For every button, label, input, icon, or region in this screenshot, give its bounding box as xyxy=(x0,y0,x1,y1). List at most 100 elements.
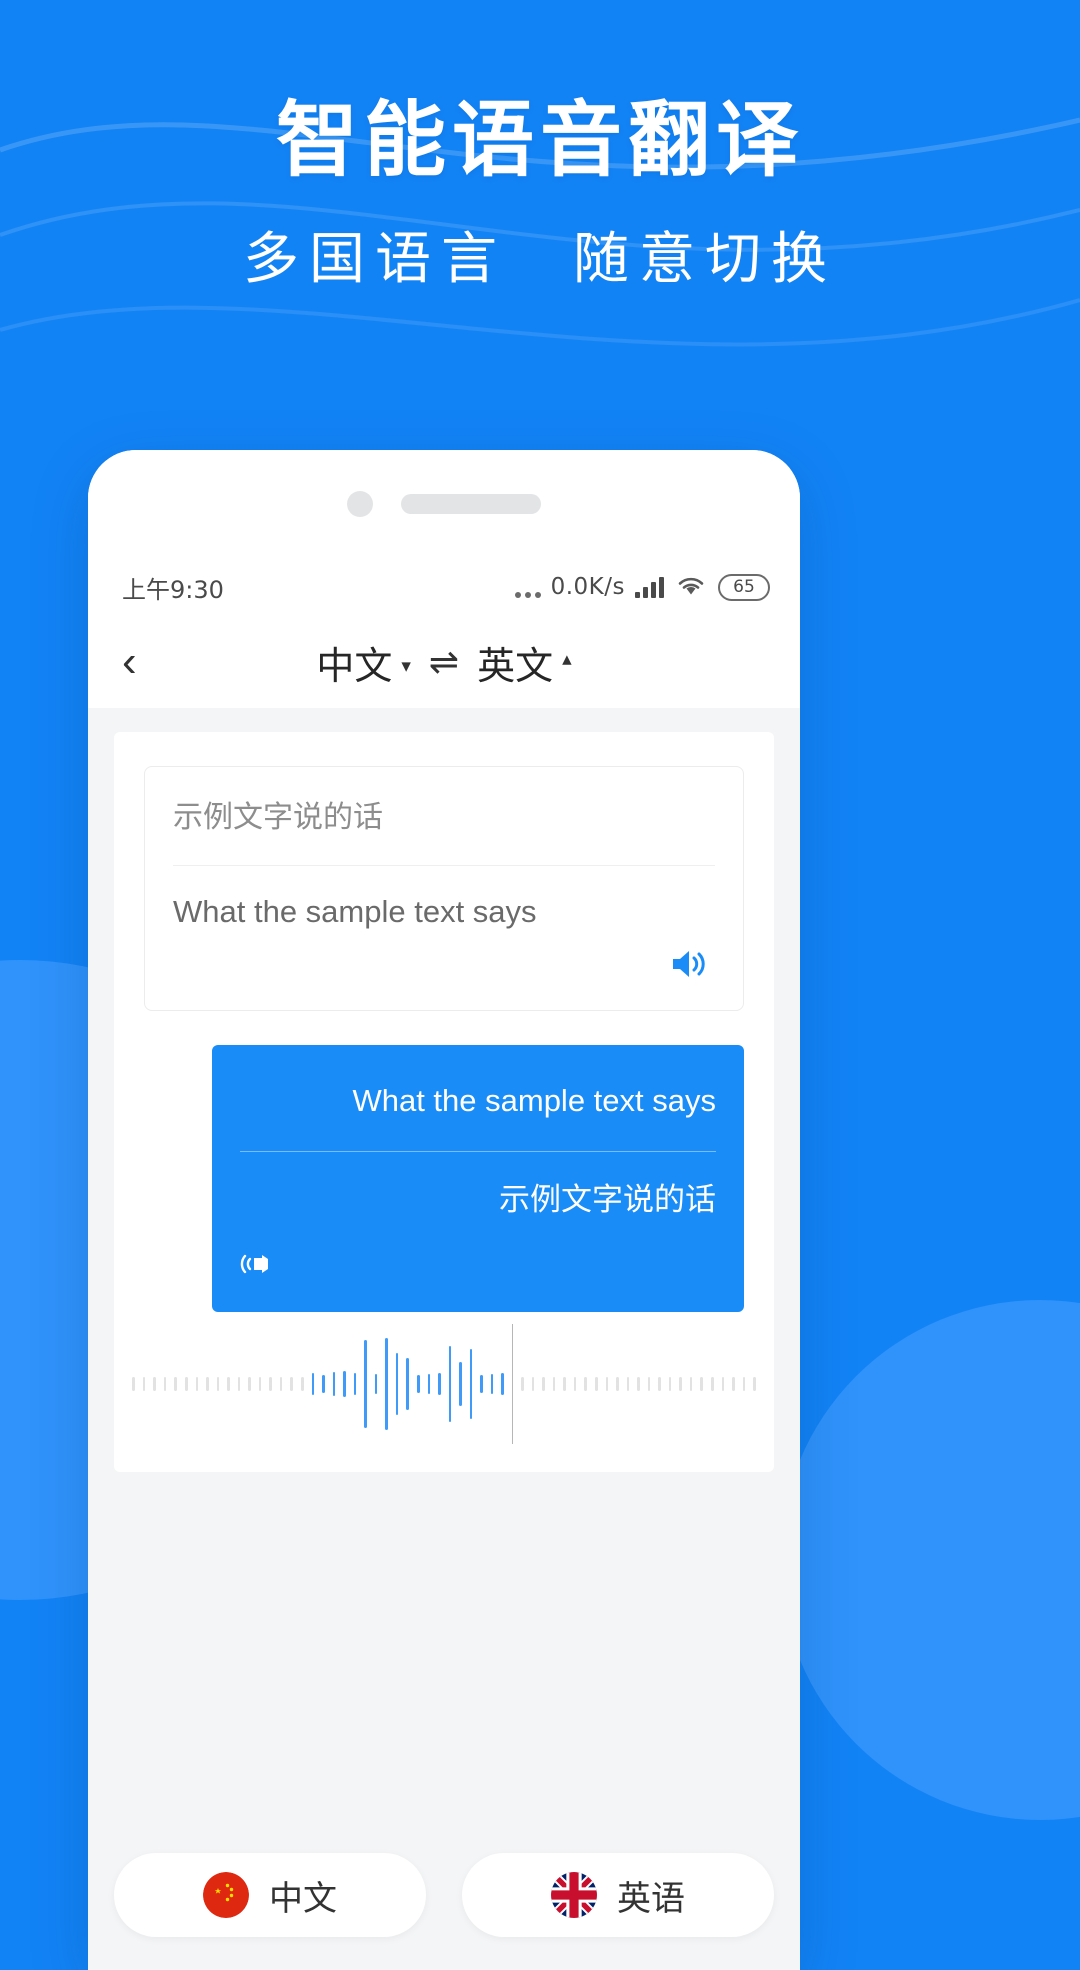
waveform-bar xyxy=(742,1377,746,1391)
waveform-bar xyxy=(427,1374,431,1394)
waveform-bar xyxy=(269,1377,272,1391)
target-language-label: 英文 xyxy=(477,645,554,688)
target-language-selector[interactable]: 英文 ▴ xyxy=(477,635,572,690)
waveform-bar xyxy=(700,1377,704,1391)
divider xyxy=(240,1150,716,1152)
audio-waveform[interactable] xyxy=(114,1324,774,1444)
waveform-bar xyxy=(227,1377,230,1391)
waveform-bar xyxy=(163,1377,167,1391)
language-switcher: 中文 ▾ ⇌ 英文 ▴ xyxy=(88,616,800,708)
waveform-bar xyxy=(311,1373,315,1395)
waveform-bar xyxy=(490,1374,494,1394)
page-title: 智能语音翻译 xyxy=(275,95,804,186)
battery-indicator: 65 xyxy=(718,573,770,601)
waveform-bar xyxy=(542,1377,545,1391)
waveform-bar xyxy=(459,1362,462,1406)
language-button-english-label: 英语 xyxy=(617,1879,685,1918)
front-camera-icon xyxy=(347,491,373,517)
phone-mockup: 上午9:30 0.0K/s 65 ‹ 中文 ▾ ⇌ 英文 ▴ 示例文字说的话 W… xyxy=(88,450,800,1970)
waveform-bar xyxy=(616,1377,619,1391)
result-translation-card[interactable]: What the sample text says 示例文字说的话 xyxy=(212,1045,744,1313)
waveform-bar xyxy=(689,1377,693,1391)
waveform-bar xyxy=(174,1377,177,1391)
waveform-bar xyxy=(480,1375,483,1393)
waveform-bar xyxy=(258,1377,262,1391)
waveform-bar xyxy=(573,1377,577,1391)
status-time: 上午9:30 xyxy=(122,575,224,604)
language-button-english[interactable]: 英语 xyxy=(462,1853,774,1937)
app-content: 示例文字说的话 What the sample text says What t… xyxy=(88,708,800,1970)
waveform-bar xyxy=(406,1358,409,1410)
back-chevron-icon[interactable]: ‹ xyxy=(122,640,137,684)
source-speaker-row xyxy=(173,933,715,992)
promo-headline: 智能语音翻译 多国语言 随意切换 xyxy=(0,95,1080,292)
chevron-up-icon: ▴ xyxy=(562,648,572,670)
waveform-bar xyxy=(469,1349,473,1419)
translation-panel: 示例文字说的话 What the sample text says What t… xyxy=(114,732,774,1472)
waveform-bar xyxy=(290,1377,293,1391)
waveform-bar xyxy=(416,1375,420,1393)
waveform-bar xyxy=(448,1346,452,1422)
speaker-icon[interactable] xyxy=(669,947,709,986)
language-button-bar: 中文 英语 xyxy=(88,1820,800,1970)
waveform-bar xyxy=(531,1377,535,1391)
waveform-playhead xyxy=(511,1324,514,1444)
source-language-label: 中文 xyxy=(316,645,393,688)
waveform-bar xyxy=(206,1377,209,1391)
waveform-bar xyxy=(501,1373,504,1395)
language-button-chinese-label: 中文 xyxy=(269,1879,337,1918)
waveform-bar xyxy=(248,1377,251,1391)
waveform-bar xyxy=(521,1377,524,1391)
swap-languages-icon[interactable]: ⇌ xyxy=(429,641,459,683)
waveform-bar xyxy=(364,1340,367,1428)
waveform-bar xyxy=(679,1377,682,1391)
waveform-bar xyxy=(184,1377,188,1391)
result-secondary-text: 示例文字说的话 xyxy=(499,1181,716,1217)
language-button-chinese[interactable]: 中文 xyxy=(114,1853,426,1937)
battery-level: 65 xyxy=(733,577,755,597)
waveform-bar xyxy=(237,1377,241,1391)
waveform-bar xyxy=(668,1377,672,1391)
waveform-bar xyxy=(395,1353,399,1415)
waveform-bar xyxy=(300,1377,304,1391)
waveform-bar xyxy=(322,1375,325,1393)
waveform-bar xyxy=(658,1377,661,1391)
waveform-bar xyxy=(438,1373,441,1395)
source-translation-card[interactable]: 示例文字说的话 What the sample text says xyxy=(144,766,744,1012)
earpiece-speaker-icon xyxy=(401,494,541,514)
waveform-bar xyxy=(374,1374,378,1394)
waveform-bar xyxy=(216,1377,220,1391)
phone-notch xyxy=(88,450,800,558)
waveform-bar xyxy=(153,1377,156,1391)
waveform-bar xyxy=(279,1377,283,1391)
waveform-bar xyxy=(753,1377,756,1391)
waveform-bar xyxy=(595,1377,598,1391)
source-secondary-text: What the sample text says xyxy=(173,894,537,929)
uk-flag-icon xyxy=(551,1872,597,1918)
page-subtitle: 多国语言 随意切换 xyxy=(243,226,837,290)
waveform-bar xyxy=(332,1372,336,1396)
waveform-bar xyxy=(343,1371,346,1397)
result-speaker-row xyxy=(240,1221,716,1286)
network-speed-label: 0.0K/s xyxy=(550,574,625,600)
result-primary-text: What the sample text says xyxy=(352,1083,716,1119)
waveform-bar xyxy=(385,1338,388,1430)
divider xyxy=(173,865,715,866)
speaker-playing-icon[interactable] xyxy=(240,1247,282,1286)
app-navbar: ‹ 中文 ▾ ⇌ 英文 ▴ xyxy=(88,616,800,708)
waveform-bar xyxy=(711,1377,714,1391)
status-bar: 上午9:30 0.0K/s 65 xyxy=(88,558,800,616)
waveform-bar xyxy=(605,1377,609,1391)
source-primary-text: 示例文字说的话 xyxy=(173,801,383,834)
source-language-selector[interactable]: 中文 ▾ xyxy=(316,635,411,690)
waveform-bar xyxy=(353,1373,357,1395)
waveform-bar xyxy=(647,1377,651,1391)
waveform-bar xyxy=(637,1377,640,1391)
waveform-bar xyxy=(732,1377,735,1391)
cn-flag-icon xyxy=(203,1872,249,1918)
waveform-bar xyxy=(626,1377,630,1391)
waveform-bar xyxy=(552,1377,556,1391)
waveform-bar xyxy=(195,1377,199,1391)
three-dots-icon xyxy=(514,576,541,598)
chevron-down-icon: ▾ xyxy=(401,655,411,677)
